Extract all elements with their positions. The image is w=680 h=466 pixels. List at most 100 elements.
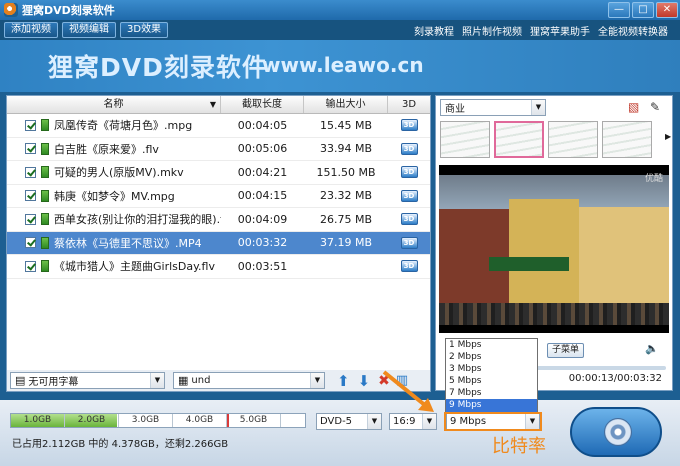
subtitle-select[interactable]: ▤ 无可用字幕 ▼ [10, 372, 165, 389]
row-name: 西单女孩(别让你的泪打湿我的眼).flv [54, 213, 221, 227]
bitrate-option[interactable]: 3 Mbps [446, 363, 537, 375]
video-logo: 优酷 [644, 174, 663, 184]
tutorial-link[interactable]: 刻录教程 [414, 23, 454, 38]
template-thumbnail[interactable] [548, 121, 598, 158]
3d-icon[interactable]: 3D [400, 142, 418, 155]
header-duration[interactable]: 截取长度 [221, 96, 304, 113]
row-name: 白吉胜《原来爱》.flv [54, 142, 159, 156]
video-file-icon [41, 166, 49, 179]
table-header: 名称 ▼ 截取长度 输出大小 3D [7, 96, 430, 114]
row-duration: 00:03:32 [237, 236, 288, 250]
table-row[interactable]: 韩庚《如梦令》MV.mpg 00:04:15 23.32 MB 3D [7, 185, 430, 208]
capacity-tick: 4.0GB [173, 414, 227, 427]
annotation-box [444, 412, 542, 431]
move-down-icon[interactable]: ⬇ [358, 372, 371, 390]
audio-track-select[interactable]: ▦ und ▼ [173, 372, 325, 389]
bitrate-option[interactable]: 9 Mbps [446, 399, 537, 412]
banner: 狸窝DVD刻录软件 www.leawo.cn [0, 40, 680, 92]
capacity-tick: 3.0GB [119, 414, 173, 427]
3d-icon[interactable]: 3D [400, 236, 418, 249]
edit-video-button[interactable]: 视频编辑 [62, 22, 116, 38]
table-row[interactable]: 白吉胜《原来爱》.flv 00:05:06 33.94 MB 3D [7, 138, 430, 161]
move-up-icon[interactable]: ⬆ [337, 372, 350, 390]
chevron-down-icon[interactable]: ▼ [210, 96, 216, 113]
row-checkbox[interactable] [25, 119, 36, 131]
header-size[interactable]: 输出大小 [304, 96, 388, 113]
bitrate-option[interactable]: 1 Mbps [446, 339, 537, 351]
3d-icon[interactable]: 3D [400, 166, 418, 179]
template-thumbnail[interactable] [602, 121, 652, 158]
bottom-bar: 1.0GB 2.0GB 3.0GB 4.0GB 5.0GB 已占用2.112GB… [0, 400, 680, 466]
3d-icon[interactable]: 3D [400, 189, 418, 202]
maximize-button[interactable]: □ [632, 2, 654, 18]
table-row[interactable]: 凤凰传奇《荷塘月色》.mpg 00:04:05 15.45 MB 3D [7, 114, 430, 138]
header-3d[interactable]: 3D [388, 96, 430, 113]
3d-icon[interactable]: 3D [400, 260, 418, 273]
3d-icon[interactable]: 3D [400, 213, 418, 226]
capacity-ticks: 1.0GB 2.0GB 3.0GB 4.0GB 5.0GB [11, 414, 307, 427]
template-thumbnail[interactable] [440, 121, 490, 158]
subtitle-icon: ▤ [15, 374, 26, 387]
chevron-down-icon[interactable]: ▼ [531, 100, 545, 115]
template-thumbnail[interactable] [494, 121, 544, 158]
app-icon [4, 3, 18, 17]
row-name: 凤凰传奇《荷塘月色》.mpg [54, 119, 193, 133]
edit-template-icon[interactable]: ✎ [650, 100, 660, 114]
header-name[interactable]: 名称 ▼ [7, 96, 221, 113]
menu-template-select[interactable]: 商业 ▼ [440, 99, 546, 116]
disc-type-select[interactable]: DVD-5 ▼ [316, 413, 382, 430]
annotation-arrow [382, 370, 434, 412]
table-row[interactable]: 《城市猎人》主题曲GirlsDay.flv 00:03:51 3D [7, 255, 430, 279]
time-display: 00:00:13/00:03:32 [568, 373, 662, 384]
video-preview: 优酷 [439, 165, 669, 333]
bitrate-option[interactable]: 5 Mbps [446, 375, 537, 387]
table-body: 凤凰传奇《荷塘月色》.mpg 00:04:05 15.45 MB 3D 白吉胜《… [7, 114, 430, 279]
photo-video-link[interactable]: 照片制作视频 [462, 23, 522, 38]
row-size: 26.75 MB [319, 212, 373, 226]
volume-icon[interactable]: 🔈 [645, 342, 659, 355]
video-list-panel: 名称 ▼ 截取长度 输出大小 3D 凤凰传奇《荷塘月色》.mpg 00:04:05… [6, 95, 431, 391]
burn-button[interactable] [570, 407, 662, 457]
bitrate-option[interactable]: 7 Mbps [446, 387, 537, 399]
seek-bar[interactable] [534, 366, 666, 370]
banner-brand: 狸窝DVD刻录软件 [48, 53, 268, 82]
3d-effect-button[interactable]: 3D效果 [120, 22, 169, 38]
table-row[interactable]: 可疑的男人(原版MV).mkv 00:04:21 151.50 MB 3D [7, 161, 430, 185]
banner-url: www.leawo.cn [262, 53, 424, 77]
bitrate-option[interactable]: 2 Mbps [446, 351, 537, 363]
video-file-icon [41, 119, 49, 132]
row-checkbox[interactable] [25, 260, 36, 272]
row-checkbox[interactable] [25, 143, 36, 155]
row-name: 《城市猎人》主题曲GirlsDay.flv [54, 260, 215, 274]
video-converter-link[interactable]: 全能视频转换器 [598, 23, 668, 38]
subtitle-audio-bar: ▤ 无可用字幕 ▼ ▦ und ▼ ⬆ ⬇ ✖ ▥ [6, 370, 431, 392]
row-duration: 00:04:21 [237, 165, 288, 179]
timeline[interactable]: 00:00:13/00:03:32 [534, 364, 666, 384]
row-checkbox[interactable] [25, 237, 36, 249]
row-checkbox[interactable] [25, 166, 36, 178]
row-name: 韩庚《如梦令》MV.mpg [54, 189, 175, 203]
video-file-icon [41, 213, 49, 226]
submenu-button[interactable]: 子菜单 [547, 343, 585, 358]
add-video-button[interactable]: 添加视频 [4, 22, 58, 38]
chevron-down-icon[interactable]: ▼ [367, 414, 381, 429]
table-row[interactable]: 蔡依林《马德里不思议》.MP4 00:03:32 37.19 MB 3D [7, 231, 430, 255]
video-file-icon [41, 260, 49, 273]
delete-template-icon[interactable]: ▧ [628, 100, 639, 114]
3d-icon[interactable]: 3D [400, 119, 418, 132]
row-checkbox[interactable] [25, 213, 36, 225]
window-controls: — □ ✕ [608, 2, 678, 18]
row-name: 蔡依林《马德里不思议》.MP4 [54, 236, 202, 250]
row-checkbox[interactable] [25, 190, 36, 202]
apple-helper-link[interactable]: 狸窝苹果助手 [530, 23, 590, 38]
top-links: 刻录教程 照片制作视频 狸窝苹果助手 全能视频转换器 [414, 23, 668, 38]
close-button[interactable]: ✕ [656, 2, 678, 18]
row-duration: 00:03:51 [237, 259, 288, 273]
chevron-down-icon[interactable]: ▼ [310, 373, 324, 388]
table-row[interactable]: 西单女孩(别让你的泪打湿我的眼).flv 00:04:09 26.75 MB 3… [7, 208, 430, 232]
scroll-right-icon[interactable]: ▶ [665, 132, 671, 141]
row-duration: 00:04:05 [237, 118, 288, 132]
minimize-button[interactable]: — [608, 2, 630, 18]
chevron-down-icon[interactable]: ▼ [150, 373, 164, 388]
capacity-tick: 5.0GB [227, 414, 281, 427]
